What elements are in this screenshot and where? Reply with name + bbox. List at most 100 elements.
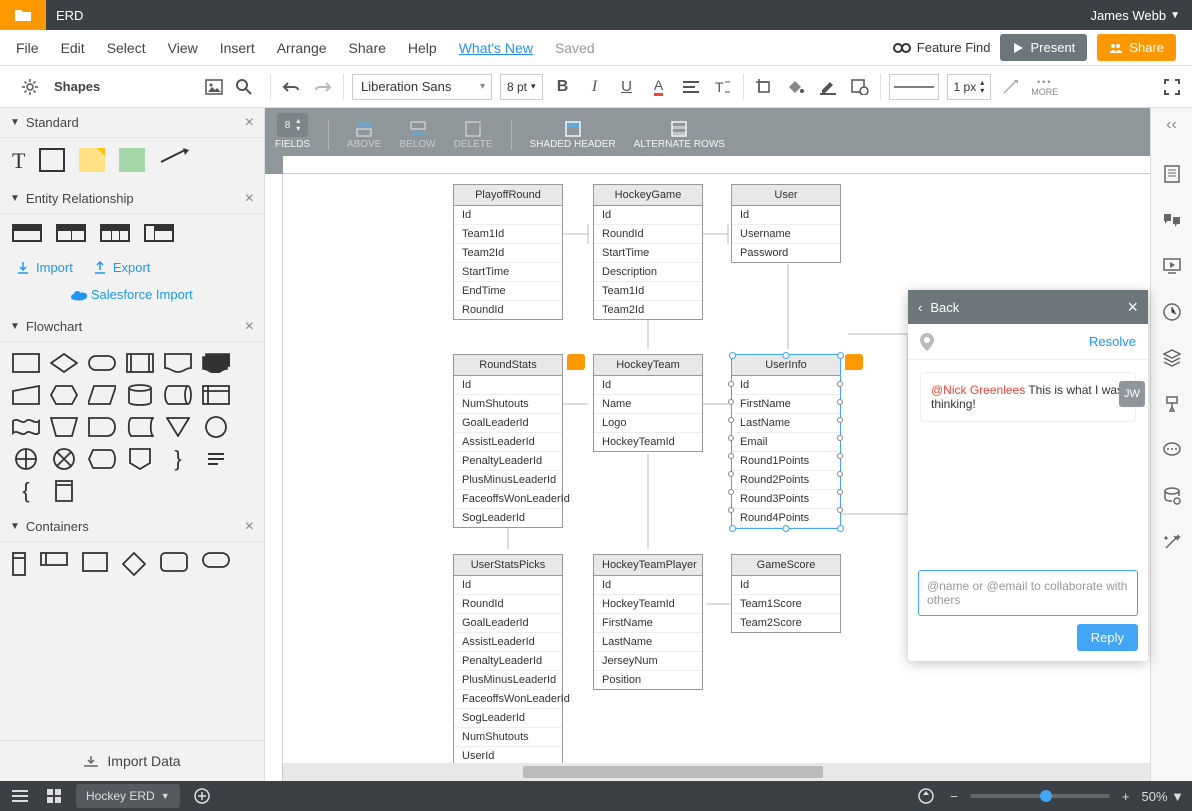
arrow-shape[interactable] xyxy=(159,148,189,174)
fc-offpage[interactable] xyxy=(126,448,154,470)
table-field[interactable]: PlusMinusLeaderId xyxy=(454,471,562,490)
export-link[interactable]: Export xyxy=(93,260,151,275)
fc-data[interactable] xyxy=(88,384,116,406)
fc-process[interactable] xyxy=(12,352,40,374)
menu-edit[interactable]: Edit xyxy=(61,40,85,56)
table-field[interactable]: StartTime xyxy=(454,263,562,282)
table-field[interactable]: RoundId xyxy=(454,595,562,614)
present-button[interactable]: Present xyxy=(1000,34,1087,61)
reply-button[interactable]: Reply xyxy=(1077,624,1138,651)
shaded-header[interactable]: SHADED HEADER xyxy=(530,121,616,150)
table-header[interactable]: HockeyTeamPlayer xyxy=(594,555,702,576)
table-header[interactable]: GameScore xyxy=(732,555,840,576)
erd-table-hockeygame[interactable]: HockeyGameIdRoundIdStartTimeDescriptionT… xyxy=(593,184,703,320)
zoom-in-icon[interactable]: + xyxy=(1122,789,1130,804)
table-field[interactable]: Team2Id xyxy=(594,301,702,319)
standard-section[interactable]: ▼Standard × xyxy=(0,108,264,138)
fc-internal[interactable] xyxy=(202,384,230,406)
table-field[interactable]: Position xyxy=(594,671,702,689)
table-field[interactable]: SogLeaderId xyxy=(454,709,562,728)
erd-table-hockeyteam[interactable]: HockeyTeamIdNameLogoHockeyTeamId xyxy=(593,354,703,452)
fields-control[interactable]: 8▴▾ FIELDS xyxy=(275,113,310,150)
fc-predef[interactable] xyxy=(126,352,154,374)
fc-manual-input[interactable] xyxy=(12,384,40,406)
gear-icon[interactable] xyxy=(18,75,42,99)
table-field[interactable]: Id xyxy=(732,376,840,395)
table-field[interactable]: RoundId xyxy=(594,225,702,244)
table-field[interactable]: Team1Score xyxy=(732,595,840,614)
data-link-icon[interactable] xyxy=(1160,484,1184,508)
magic-icon[interactable] xyxy=(1160,530,1184,554)
table-field[interactable]: JerseyNum xyxy=(594,652,702,671)
shape-options-icon[interactable] xyxy=(848,75,872,99)
table-field[interactable]: EndTime xyxy=(454,282,562,301)
back-icon[interactable]: ‹ xyxy=(918,300,922,315)
er-shape-4[interactable] xyxy=(144,224,174,242)
ct-pill[interactable] xyxy=(202,552,230,576)
close-icon[interactable]: × xyxy=(245,318,254,336)
table-field[interactable]: FirstName xyxy=(594,614,702,633)
line-options-icon[interactable] xyxy=(999,75,1023,99)
italic-icon[interactable]: I xyxy=(583,75,607,99)
fc-display[interactable] xyxy=(88,448,116,470)
share-button[interactable]: Share xyxy=(1097,34,1176,61)
fc-direct[interactable] xyxy=(164,384,192,406)
text-format-icon[interactable]: T xyxy=(711,75,735,99)
table-field[interactable]: Password xyxy=(732,244,840,262)
ct-swim-h[interactable] xyxy=(40,552,68,576)
zoom-level[interactable]: 50% ▼ xyxy=(1141,789,1184,804)
fc-tape[interactable] xyxy=(12,416,40,438)
font-select[interactable]: Liberation Sans xyxy=(352,74,492,100)
fc-brace-open[interactable]: { xyxy=(12,480,40,502)
paint-icon[interactable] xyxy=(1160,392,1184,416)
rect-shape[interactable] xyxy=(39,148,65,172)
erd-table-userinfo[interactable]: UserInfoIdFirstNameLastNameEmailRound1Po… xyxy=(731,354,841,529)
import-data-button[interactable]: Import Data xyxy=(0,740,264,781)
fc-document[interactable] xyxy=(164,352,192,374)
table-field[interactable]: HockeyTeamId xyxy=(594,433,702,451)
erd-table-hockeyteamplayer[interactable]: HockeyTeamPlayerIdHockeyTeamIdFirstNameL… xyxy=(593,554,703,690)
fc-or[interactable] xyxy=(12,448,40,470)
table-field[interactable]: PenaltyLeaderId xyxy=(454,452,562,471)
table-header[interactable]: RoundStats xyxy=(454,355,562,376)
text-shape[interactable]: T xyxy=(12,148,25,174)
close-icon[interactable]: × xyxy=(1127,297,1138,318)
menu-arrange[interactable]: Arrange xyxy=(277,40,327,56)
table-field[interactable]: LastName xyxy=(732,414,840,433)
table-field[interactable]: Id xyxy=(454,576,562,595)
zoom-slider[interactable] xyxy=(970,794,1110,798)
menu-select[interactable]: Select xyxy=(107,40,146,56)
fc-merge[interactable] xyxy=(164,416,192,438)
menu-file[interactable]: File xyxy=(16,40,39,56)
fc-sum[interactable] xyxy=(50,448,78,470)
table-field[interactable]: NumShutouts xyxy=(454,395,562,414)
erd-table-playoffround[interactable]: PlayoffRoundIdTeam1IdTeam2IdStartTimeEnd… xyxy=(453,184,563,320)
zoom-fit-icon[interactable] xyxy=(914,784,938,808)
page-tab[interactable]: Hockey ERD▼ xyxy=(76,784,180,808)
alternate-rows[interactable]: ALTERNATE ROWS xyxy=(634,121,725,150)
folder-icon[interactable] xyxy=(0,0,46,30)
table-field[interactable]: GoalLeaderId xyxy=(454,614,562,633)
table-field[interactable]: Round3Points xyxy=(732,490,840,509)
line-color-icon[interactable] xyxy=(816,75,840,99)
ct-rect[interactable] xyxy=(82,552,108,576)
text-color-icon[interactable]: A xyxy=(647,75,671,99)
table-field[interactable]: Id xyxy=(594,576,702,595)
table-field[interactable]: Username xyxy=(732,225,840,244)
fc-multidoc[interactable] xyxy=(202,352,230,374)
fullscreen-icon[interactable] xyxy=(1160,75,1184,99)
table-field[interactable]: Id xyxy=(732,576,840,595)
list-view-icon[interactable] xyxy=(8,784,32,808)
history-icon[interactable] xyxy=(1160,300,1184,324)
image-icon[interactable] xyxy=(202,75,226,99)
table-field[interactable]: Id xyxy=(454,376,562,395)
redo-icon[interactable] xyxy=(311,75,335,99)
collapse-icon[interactable]: ‹‹ xyxy=(1166,116,1177,140)
flowchart-section[interactable]: ▼Flowchart × xyxy=(0,312,264,342)
add-above[interactable]: ABOVE xyxy=(347,121,381,150)
undo-icon[interactable] xyxy=(279,75,303,99)
table-field[interactable]: Id xyxy=(732,206,840,225)
chat-icon[interactable] xyxy=(1160,438,1184,462)
table-field[interactable]: RoundId xyxy=(454,301,562,319)
table-header[interactable]: User xyxy=(732,185,840,206)
